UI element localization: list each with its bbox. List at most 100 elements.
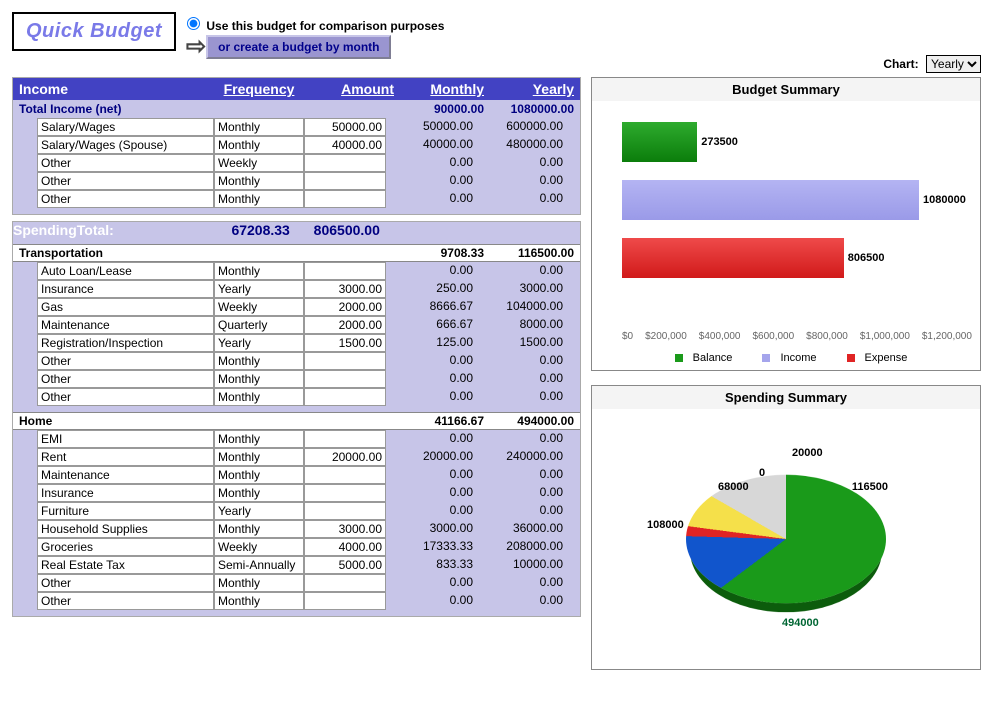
row-label[interactable]: Other <box>37 190 214 208</box>
row-monthly: 0.00 <box>386 190 476 208</box>
row-frequency[interactable]: Monthly <box>214 430 304 448</box>
col-yearly: Yearly <box>484 81 574 97</box>
row-label[interactable]: Maintenance <box>37 316 214 334</box>
legend-item: Balance <box>665 352 733 364</box>
row-monthly: 3000.00 <box>386 520 476 538</box>
income-total-yearly: 1080000.00 <box>484 102 574 116</box>
row-amount[interactable]: 40000.00 <box>304 136 386 154</box>
row-yearly: 0.00 <box>476 370 566 388</box>
row-frequency[interactable]: Yearly <box>214 280 304 298</box>
row-amount[interactable]: 5000.00 <box>304 556 386 574</box>
row-frequency[interactable]: Monthly <box>214 118 304 136</box>
row-amount[interactable] <box>304 352 386 370</box>
row-label[interactable]: Insurance <box>37 484 214 502</box>
row-amount[interactable] <box>304 154 386 172</box>
row-label[interactable]: Other <box>37 172 214 190</box>
row-label[interactable]: EMI <box>37 430 214 448</box>
row-label[interactable]: Household Supplies <box>37 520 214 538</box>
row-yearly: 600000.00 <box>476 118 566 136</box>
row-amount[interactable]: 20000.00 <box>304 448 386 466</box>
row-frequency[interactable]: Monthly <box>214 172 304 190</box>
row-label[interactable]: Maintenance <box>37 466 214 484</box>
row-label[interactable]: Other <box>37 574 214 592</box>
row-label[interactable]: Furniture <box>37 502 214 520</box>
row-label[interactable]: Gas <box>37 298 214 316</box>
row-label[interactable]: Salary/Wages <box>37 118 214 136</box>
row-frequency[interactable]: Monthly <box>214 262 304 280</box>
row-label[interactable]: Auto Loan/Lease <box>37 262 214 280</box>
row-amount[interactable] <box>304 370 386 388</box>
comparison-radio-label: Use this budget for comparison purposes <box>206 19 444 33</box>
row-amount[interactable]: 2000.00 <box>304 316 386 334</box>
col-frequency: Frequency <box>214 81 304 97</box>
row-frequency[interactable]: Monthly <box>214 574 304 592</box>
row-monthly: 0.00 <box>386 502 476 520</box>
col-amount: Amount <box>304 81 394 97</box>
row-label[interactable]: Registration/Inspection <box>37 334 214 352</box>
row-label[interactable]: Other <box>37 352 214 370</box>
row-frequency[interactable]: Monthly <box>214 136 304 154</box>
row-amount[interactable] <box>304 592 386 610</box>
row-label[interactable]: Other <box>37 370 214 388</box>
row-amount[interactable]: 3000.00 <box>304 280 386 298</box>
row-amount[interactable]: 1500.00 <box>304 334 386 352</box>
row-label[interactable]: Groceries <box>37 538 214 556</box>
row-amount[interactable] <box>304 172 386 190</box>
chart-select[interactable]: Yearly <box>926 55 981 73</box>
row-frequency[interactable]: Monthly <box>214 466 304 484</box>
row-frequency[interactable]: Monthly <box>214 484 304 502</box>
legend-item: Expense <box>837 352 908 364</box>
row-amount[interactable] <box>304 262 386 280</box>
row-label[interactable]: Other <box>37 154 214 172</box>
create-budget-by-month-button[interactable]: or create a budget by month <box>206 35 391 59</box>
row-amount[interactable] <box>304 484 386 502</box>
row-monthly: 50000.00 <box>386 118 476 136</box>
row-yearly: 0.00 <box>476 262 566 280</box>
table-row: Auto Loan/LeaseMonthly0.000.00 <box>13 262 580 280</box>
row-frequency[interactable]: Weekly <box>214 538 304 556</box>
row-label[interactable]: Other <box>37 388 214 406</box>
row-frequency[interactable]: Weekly <box>214 154 304 172</box>
total-income-label: Total Income (net) <box>19 102 214 116</box>
row-label[interactable]: Insurance <box>37 280 214 298</box>
income-section: Income Frequency Amount Monthly Yearly T… <box>12 77 581 215</box>
row-yearly: 1500.00 <box>476 334 566 352</box>
row-frequency[interactable]: Monthly <box>214 352 304 370</box>
row-amount[interactable] <box>304 466 386 484</box>
row-amount[interactable] <box>304 190 386 208</box>
row-frequency[interactable]: Monthly <box>214 190 304 208</box>
row-label[interactable]: Rent <box>37 448 214 466</box>
spending-title: Spending <box>13 222 77 238</box>
row-amount[interactable]: 50000.00 <box>304 118 386 136</box>
row-frequency[interactable]: Monthly <box>214 592 304 610</box>
row-frequency[interactable]: Monthly <box>214 388 304 406</box>
row-amount[interactable] <box>304 388 386 406</box>
row-monthly: 0.00 <box>386 592 476 610</box>
row-frequency[interactable]: Semi-Annually <box>214 556 304 574</box>
row-amount[interactable]: 4000.00 <box>304 538 386 556</box>
row-label[interactable]: Real Estate Tax <box>37 556 214 574</box>
table-row: Household SuppliesMonthly3000.003000.003… <box>13 520 580 538</box>
table-row: MaintenanceMonthly 0.000.00 <box>13 466 580 484</box>
row-frequency[interactable]: Monthly <box>214 370 304 388</box>
row-monthly: 0.00 <box>386 466 476 484</box>
row-yearly: 0.00 <box>476 466 566 484</box>
row-frequency[interactable]: Yearly <box>214 502 304 520</box>
row-amount[interactable] <box>304 574 386 592</box>
table-row: OtherMonthly0.000.00 <box>13 190 580 208</box>
row-frequency[interactable]: Yearly <box>214 334 304 352</box>
comparison-radio[interactable] <box>187 17 200 30</box>
group-name: Home <box>19 414 214 428</box>
row-frequency[interactable]: Quarterly <box>214 316 304 334</box>
row-amount[interactable]: 3000.00 <box>304 520 386 538</box>
row-amount[interactable] <box>304 430 386 448</box>
row-label[interactable]: Other <box>37 592 214 610</box>
row-label[interactable]: Salary/Wages (Spouse) <box>37 136 214 154</box>
axis-tick: $0 <box>622 331 633 342</box>
row-amount[interactable] <box>304 502 386 520</box>
row-frequency[interactable]: Monthly <box>214 520 304 538</box>
row-monthly: 8666.67 <box>386 298 476 316</box>
row-frequency[interactable]: Weekly <box>214 298 304 316</box>
row-frequency[interactable]: Monthly <box>214 448 304 466</box>
row-amount[interactable]: 2000.00 <box>304 298 386 316</box>
